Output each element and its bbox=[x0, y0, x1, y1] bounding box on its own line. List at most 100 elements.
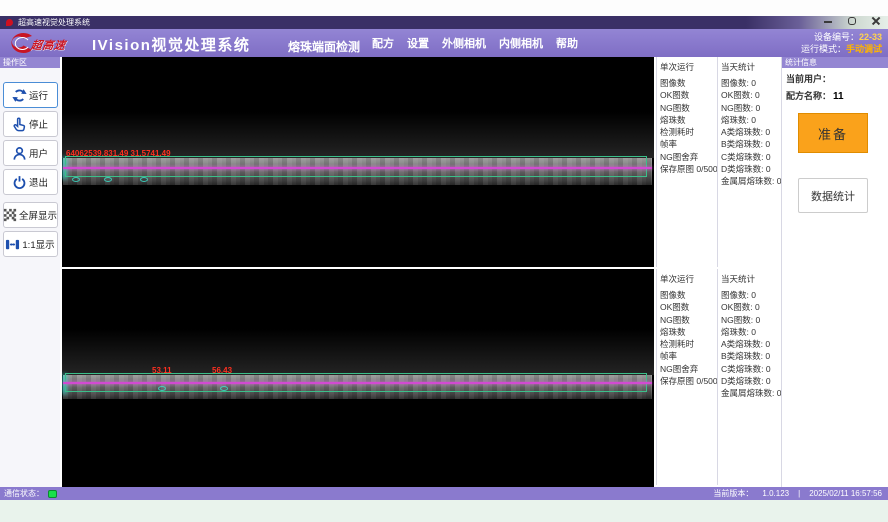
single-run-column: 单次运行 图像数OK图数NG图数熔珠数检测耗时帧率NG图舍弃保存原图 0/500 bbox=[656, 57, 717, 267]
desktop-margin-bottom bbox=[0, 500, 888, 522]
camera-viewport-inner[interactable]: 53.11 56.43 bbox=[62, 269, 654, 487]
version-datetime: 当前版本： 1.0.123 | 2025/02/11 16:57:56 bbox=[713, 488, 888, 499]
stat-row: NG图舍弃 bbox=[660, 151, 717, 163]
version-label: 当前版本： bbox=[713, 488, 753, 499]
run-cycle-icon bbox=[12, 88, 27, 103]
brand-logo-text: 超高速 bbox=[30, 37, 67, 53]
statistics-info-panel: 统计信息 当前用户： 配方名称：11 准备 数据统计 bbox=[781, 57, 888, 487]
stat-row: 图像数 bbox=[660, 289, 717, 301]
bead-marker bbox=[158, 386, 166, 391]
app-title: IVision视觉处理系统 bbox=[92, 34, 250, 55]
app-subtitle: 熔珠端面检测 bbox=[288, 38, 360, 55]
run-mode-line: 运行模式：手动调试 bbox=[801, 43, 882, 55]
single-run-title: 单次运行 bbox=[660, 273, 717, 285]
status-bar: 通信状态： 当前版本： 1.0.123 | 2025/02/11 16:57:5… bbox=[0, 487, 888, 500]
data-statistics-button[interactable]: 数据统计 bbox=[798, 178, 868, 213]
device-number-label: 设备编号： bbox=[814, 32, 859, 42]
menu-item[interactable]: 外侧相机 bbox=[442, 35, 486, 51]
stats-panel: 单次运行 图像数OK图数NG图数熔珠数检测耗时帧率NG图舍弃保存原图 0/500… bbox=[656, 57, 780, 267]
menu-item[interactable]: 配方 bbox=[372, 35, 394, 51]
menu-bar: 配方设置外侧相机内侧相机帮助 bbox=[372, 29, 578, 57]
single-run-rows: 图像数OK图数NG图数熔珠数检测耗时帧率NG图舍弃保存原图 0/500 bbox=[660, 289, 717, 387]
one-to-one-display-button[interactable]: 1:1显示 bbox=[3, 231, 58, 257]
today-stats-title: 当天统计 bbox=[721, 273, 780, 285]
measurement-annotation-left: 53.11 bbox=[152, 366, 172, 375]
window-title: 超高速视觉处理系统 bbox=[18, 17, 90, 28]
stop-button[interactable]: 停止 bbox=[3, 111, 58, 137]
maximize-icon[interactable] bbox=[844, 13, 860, 29]
stats-panels: 单次运行 图像数OK图数NG图数熔珠数检测耗时帧率NG图舍弃保存原图 0/500… bbox=[656, 57, 780, 485]
desktop-margin-top bbox=[0, 0, 888, 16]
stat-row: 金属屑熔珠数: 0 bbox=[721, 175, 780, 187]
app-logo-icon bbox=[6, 19, 13, 26]
device-number-line: 设备编号：22-33 bbox=[801, 31, 882, 43]
image-background bbox=[62, 329, 654, 375]
minimize-icon[interactable] bbox=[820, 13, 836, 29]
stat-row: OK图数 bbox=[660, 301, 717, 313]
menu-item[interactable]: 内侧相机 bbox=[499, 35, 543, 51]
stat-row: B类熔珠数: 0 bbox=[721, 138, 780, 150]
stat-row: 检测耗时 bbox=[660, 126, 717, 138]
stat-row: 熔珠数: 0 bbox=[721, 114, 780, 126]
one-to-one-icon bbox=[5, 237, 20, 252]
info-panel-title: 统计信息 bbox=[782, 57, 888, 68]
device-number-value: 22-33 bbox=[859, 32, 882, 42]
stat-row: 熔珠数 bbox=[660, 114, 717, 126]
exit-button[interactable]: 退出 bbox=[3, 169, 58, 195]
stat-row: 帧率 bbox=[660, 350, 717, 362]
stat-row: NG图数 bbox=[660, 314, 717, 326]
comm-status-indicator bbox=[48, 490, 57, 498]
stat-row: 保存原图 0/500 bbox=[660, 375, 717, 387]
stat-row: 图像数 bbox=[660, 77, 717, 89]
stat-row: C类熔珠数: 0 bbox=[721, 151, 780, 163]
measurement-annotation: 64062539.831.49 31.5741.49 bbox=[66, 149, 171, 158]
close-icon[interactable] bbox=[868, 13, 884, 29]
fullscreen-display-button[interactable]: 全屏显示 bbox=[3, 202, 58, 228]
stat-row: OK图数: 0 bbox=[721, 89, 780, 101]
today-stats-column: 当天统计 图像数: 0OK图数: 0NG图数: 0熔珠数: 0A类熔珠数: 0B… bbox=[717, 57, 780, 267]
run-button-label: 运行 bbox=[29, 88, 48, 102]
run-button[interactable]: 运行 bbox=[3, 82, 58, 108]
single-run-column: 单次运行 图像数OK图数NG图数熔珠数检测耗时帧率NG图舍弃保存原图 0/500 bbox=[656, 269, 717, 485]
operation-sidebar: 操作区 运行 停止 bbox=[0, 57, 60, 487]
run-mode-value: 手动调试 bbox=[846, 44, 882, 54]
version-value: 1.0.123 bbox=[762, 489, 789, 498]
user-icon bbox=[12, 146, 27, 161]
single-run-rows: 图像数OK图数NG图数熔珠数检测耗时帧率NG图舍弃保存原图 0/500 bbox=[660, 77, 717, 175]
bead-marker bbox=[104, 177, 112, 182]
power-icon bbox=[12, 175, 27, 190]
stat-row: A类熔珠数: 0 bbox=[721, 338, 780, 350]
window-controls bbox=[820, 13, 884, 29]
current-user-label: 当前用户： bbox=[786, 74, 831, 84]
fullscreen-display-label: 全屏显示 bbox=[19, 208, 57, 222]
stat-row: OK图数: 0 bbox=[721, 301, 780, 313]
bead-marker bbox=[140, 177, 148, 182]
today-stats-rows: 图像数: 0OK图数: 0NG图数: 0熔珠数: 0A类熔珠数: 0B类熔珠数:… bbox=[721, 289, 780, 400]
stat-row: D类熔珠数: 0 bbox=[721, 375, 780, 387]
user-button[interactable]: 用户 bbox=[3, 140, 58, 166]
stat-row: 图像数: 0 bbox=[721, 77, 780, 89]
camera-viewport-outer[interactable]: 64062539.831.49 31.5741.49 bbox=[62, 57, 654, 267]
menu-item[interactable]: 帮助 bbox=[556, 35, 578, 51]
device-info: 设备编号：22-33 运行模式：手动调试 bbox=[801, 31, 882, 55]
stop-hand-icon bbox=[12, 117, 27, 132]
menu-item[interactable]: 设置 bbox=[407, 35, 429, 51]
today-stats-column: 当天统计 图像数: 0OK图数: 0NG图数: 0熔珠数: 0A类熔珠数: 0B… bbox=[717, 269, 780, 485]
prepare-button[interactable]: 准备 bbox=[798, 113, 868, 153]
comm-status-label: 通信状态： bbox=[4, 488, 44, 499]
one-to-one-display-label: 1:1显示 bbox=[22, 237, 54, 251]
app-window: 超高速视觉处理系统 超高速 IVision视觉处理系统 熔珠端面检测 配方设置外… bbox=[0, 0, 888, 522]
statusbar-separator: | bbox=[798, 489, 800, 498]
today-stats-rows: 图像数: 0OK图数: 0NG图数: 0熔珠数: 0A类熔珠数: 0B类熔珠数:… bbox=[721, 77, 780, 188]
fullscreen-grid-icon bbox=[3, 208, 17, 222]
recipe-name-label: 配方名称： bbox=[786, 91, 831, 101]
comm-status: 通信状态： bbox=[0, 488, 57, 499]
stop-button-label: 停止 bbox=[29, 117, 48, 131]
bead-marker bbox=[72, 177, 80, 182]
stat-row: D类熔珠数: 0 bbox=[721, 163, 780, 175]
window-titlebar: 超高速视觉处理系统 bbox=[0, 16, 888, 29]
exit-button-label: 退出 bbox=[29, 175, 48, 189]
current-user-row: 当前用户： bbox=[782, 68, 888, 85]
sidebar-buttons: 运行 停止 用户 退出 bbox=[0, 68, 60, 257]
single-run-title: 单次运行 bbox=[660, 61, 717, 73]
